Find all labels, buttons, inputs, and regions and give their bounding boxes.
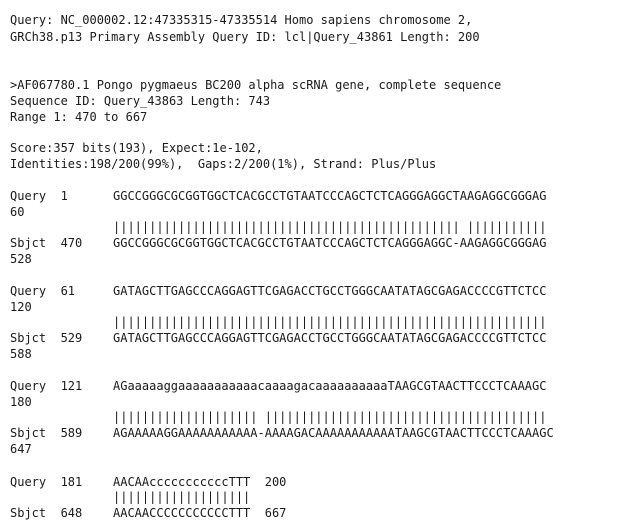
query-description-line-2: GRCh38.p13 Primary Assembly Query ID: lc… <box>10 30 480 44</box>
query-sequence: AACAAcccccccccccTTT 200 <box>113 475 287 489</box>
subject-row-prefix: Sbjct 529 <box>10 331 83 345</box>
query-sequence: GATAGCTTGAGCCCAGGAGTTCGAGACCTGCCTGGGCAAT… <box>113 284 547 298</box>
query-row-prefix: Query 121 <box>10 379 83 393</box>
blast-alignment-view: Query: NC_000002.12:47335315-47335514 Ho… <box>0 0 625 530</box>
query-row-prefix: Query 61 <box>10 284 76 298</box>
subject-title: >AF067780.1 Pongo pygmaeus BC200 alpha s… <box>10 78 502 92</box>
subject-row-prefix: Sbjct 589 <box>10 426 83 440</box>
subject-sequence: GATAGCTTGAGCCCAGGAGTTCGAGACCTGCCTGGGCAAT… <box>113 331 547 345</box>
match-line: ||||||||||||||||||||||||||||||||||||||||… <box>113 220 547 234</box>
match-line: ||||||||||||||||||| <box>113 490 251 504</box>
identities-line: Identities:198/200(99%), Gaps:2/200(1%),… <box>10 157 437 171</box>
query-sequence: AGaaaaaggaaaaaaaaaaacaaaagacaaaaaaaaaaTA… <box>113 379 547 393</box>
subject-sequence-id: Sequence ID: Query_43863 Length: 743 <box>10 94 271 108</box>
query-end-position: 120 <box>10 300 32 314</box>
score-line: Score:357 bits(193), Expect:1e-102, <box>10 141 263 155</box>
subject-row-prefix: Sbjct 648 <box>10 506 83 520</box>
subject-sequence: AACAACCCCCCCCCCCTTT 667 <box>113 506 287 520</box>
query-end-position: 60 <box>10 205 25 219</box>
alignment-range: Range 1: 470 to 667 <box>10 110 148 124</box>
query-row-prefix: Query 1 <box>10 189 68 203</box>
subject-sequence: GGCCGGGCGCGGTGGCTCACGCCTGTAATCCCAGCTCTCA… <box>113 236 547 250</box>
match-line: ||||||||||||||||||||||||||||||||||||||||… <box>113 315 547 329</box>
query-row-prefix: Query 181 <box>10 475 83 489</box>
subject-row-prefix: Sbjct 470 <box>10 236 83 250</box>
query-description-line-1: Query: NC_000002.12:47335315-47335514 Ho… <box>10 13 473 27</box>
query-end-position: 180 <box>10 395 32 409</box>
subject-end-position: 647 <box>10 442 32 456</box>
subject-end-position: 528 <box>10 252 32 266</box>
match-line: |||||||||||||||||||| |||||||||||||||||||… <box>113 410 547 424</box>
query-sequence: GGCCGGGCGCGGTGGCTCACGCCTGTAATCCCAGCTCTCA… <box>113 189 547 203</box>
subject-sequence: AGAAAAAGGAAAAAAAAAAA-AAAAGACAAAAAAAAAAAT… <box>113 426 554 440</box>
subject-end-position: 588 <box>10 347 32 361</box>
